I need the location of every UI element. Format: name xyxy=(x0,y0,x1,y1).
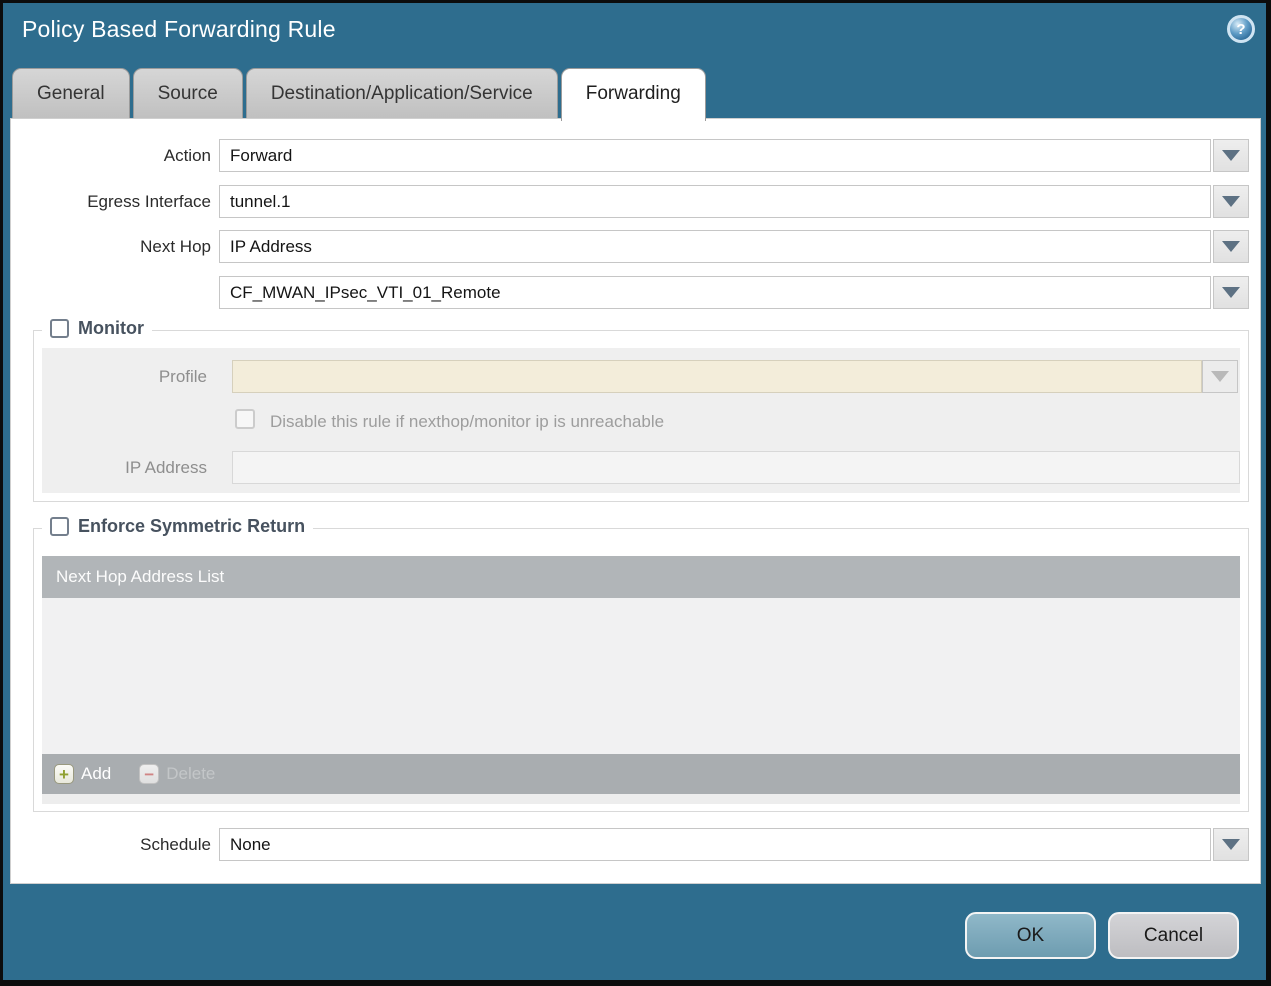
cancel-button[interactable]: Cancel xyxy=(1108,912,1239,959)
monitor-checkbox[interactable] xyxy=(50,319,69,338)
dialog-title: Policy Based Forwarding Rule xyxy=(22,16,336,42)
action-label: Action xyxy=(163,146,211,165)
monitor-legend: Monitor xyxy=(42,318,152,339)
tab-forwarding[interactable]: Forwarding xyxy=(560,68,706,121)
next-hop-address-select[interactable]: CF_MWAN_IPsec_VTI_01_Remote xyxy=(219,276,1211,309)
action-select[interactable]: Forward xyxy=(219,139,1211,172)
chevron-down-icon xyxy=(1222,196,1240,207)
disable-rule-checkbox xyxy=(235,409,255,429)
disable-rule-label: Disable this rule if nexthop/monitor ip … xyxy=(270,412,665,431)
chevron-down-icon xyxy=(1222,839,1240,850)
tab-source[interactable]: Source xyxy=(132,68,243,118)
egress-interface-dropdown-button[interactable] xyxy=(1213,185,1249,218)
chevron-down-icon xyxy=(1222,150,1240,161)
monitor-label: Monitor xyxy=(78,318,144,338)
enforce-symmetric-return-checkbox[interactable] xyxy=(50,517,69,536)
monitor-ip-address-input xyxy=(232,451,1240,484)
next-hop-type-select[interactable]: IP Address xyxy=(219,230,1211,263)
schedule-dropdown-button[interactable] xyxy=(1213,828,1249,861)
next-hop-address-dropdown-button[interactable] xyxy=(1213,276,1249,309)
plus-icon: + xyxy=(54,764,74,784)
table-toolbar: + Add − Delete xyxy=(42,754,1240,794)
chevron-down-icon xyxy=(1211,371,1229,382)
profile-dropdown-button xyxy=(1202,360,1238,393)
profile-label: Profile xyxy=(158,367,207,386)
forwarding-tab-panel: Action Forward Egress Interface tunnel.1… xyxy=(10,118,1261,884)
minus-icon: − xyxy=(139,764,160,784)
next-hop-label: Next Hop xyxy=(140,237,211,256)
enforce-symmetric-return-label: Enforce Symmetric Return xyxy=(78,516,306,536)
ok-button[interactable]: OK xyxy=(965,912,1096,959)
enforce-symmetric-return-legend: Enforce Symmetric Return xyxy=(42,516,314,537)
tab-bar: General Source Destination/Application/S… xyxy=(12,68,706,121)
next-hop-address-list-header: Next Hop Address List xyxy=(42,556,1240,598)
delete-button: − Delete xyxy=(139,764,215,784)
policy-based-forwarding-rule-dialog: Policy Based Forwarding Rule ? General S… xyxy=(0,0,1271,986)
schedule-select[interactable]: None xyxy=(219,828,1211,861)
egress-interface-select[interactable]: tunnel.1 xyxy=(219,185,1211,218)
next-hop-address-list-body xyxy=(42,598,1240,754)
action-dropdown-button[interactable] xyxy=(1213,139,1249,172)
monitor-ip-address-label: IP Address xyxy=(125,458,207,477)
chevron-down-icon xyxy=(1222,287,1240,298)
egress-interface-label: Egress Interface xyxy=(87,192,211,211)
add-button-label: Add xyxy=(81,764,112,783)
tab-destination-application-service[interactable]: Destination/Application/Service xyxy=(245,68,558,118)
schedule-label: Schedule xyxy=(140,835,211,854)
profile-select xyxy=(232,360,1202,393)
next-hop-type-dropdown-button[interactable] xyxy=(1213,230,1249,263)
help-icon[interactable]: ? xyxy=(1227,15,1255,43)
add-button[interactable]: + Add xyxy=(54,764,111,784)
monitor-panel: Profile Disable this rule if nexthop/mon… xyxy=(42,348,1240,493)
chevron-down-icon xyxy=(1222,241,1240,252)
enforce-symmetric-return-group: Enforce Symmetric Return Next Hop Addres… xyxy=(33,516,1249,812)
monitor-group: Monitor Profile Disable this rule if nex… xyxy=(33,318,1249,502)
delete-button-label: Delete xyxy=(166,764,216,783)
tab-general[interactable]: General xyxy=(12,68,130,118)
next-hop-address-table: Next Hop Address List + Add − Delete xyxy=(42,556,1240,804)
